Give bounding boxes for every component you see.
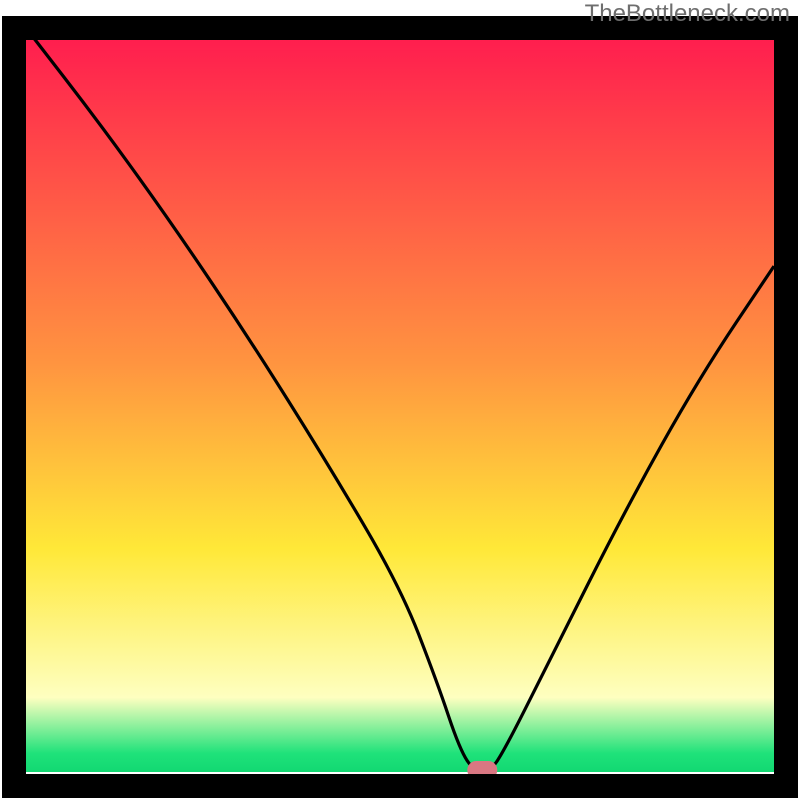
- bottleneck-chart: [0, 0, 800, 800]
- chart-container: TheBottleneck.com: [0, 0, 800, 800]
- plot-background: [26, 28, 774, 772]
- attribution-text: TheBottleneck.com: [585, 0, 790, 28]
